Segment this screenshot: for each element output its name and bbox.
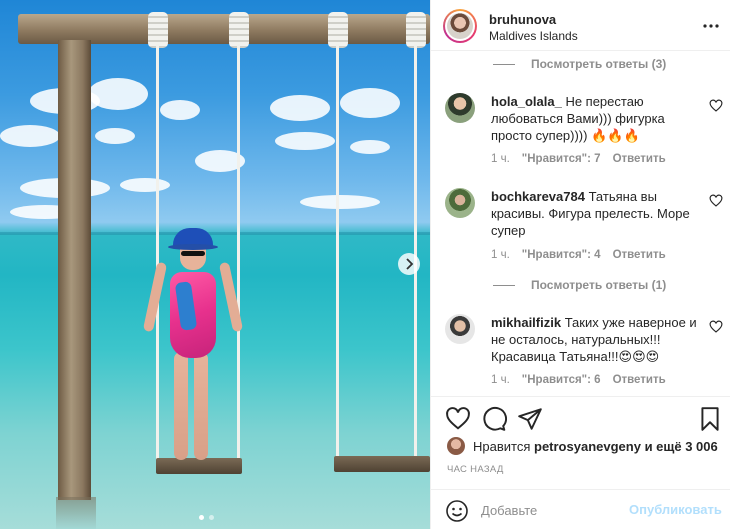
swing-post (58, 40, 91, 500)
bookmark-icon[interactable] (697, 406, 723, 432)
next-photo-button[interactable] (398, 253, 420, 275)
commenter-username[interactable]: hola_olala_ (491, 94, 562, 109)
swing-rope (156, 44, 159, 460)
cloud (340, 88, 400, 118)
swing-rope (336, 44, 339, 459)
comment-icon[interactable] (481, 406, 507, 432)
cloud (120, 178, 170, 192)
comment-reply-button[interactable]: Ответить (613, 374, 666, 386)
view-replies-label: Посмотреть ответы (1) (531, 278, 667, 292)
post-actions-bar (431, 396, 730, 440)
cloud (160, 100, 200, 120)
post-header: bruhunova Maldives Islands (431, 0, 730, 51)
view-replies-button[interactable]: Посмотреть ответы (1) (493, 277, 666, 293)
comment-meta: 1 ч. "Нравится": 7 Ответить (491, 153, 666, 165)
add-comment-bar: Опубликовать (431, 489, 730, 529)
post-location[interactable]: Maldives Islands (489, 29, 578, 43)
swing-rope (414, 44, 417, 459)
commenter-avatar[interactable] (445, 188, 475, 218)
like-comment-heart-icon[interactable] (709, 320, 723, 334)
cloud (270, 95, 330, 121)
post-comment-button[interactable]: Опубликовать (629, 502, 722, 517)
comment-meta: 1 ч. "Нравится": 6 Ответить (491, 374, 666, 386)
view-replies-button[interactable]: Посмотреть ответы (3) (493, 56, 666, 72)
hat-brim (168, 244, 218, 250)
comment-time[interactable]: 1 ч. (491, 249, 510, 261)
heart-icon[interactable] (445, 406, 471, 432)
cloud (300, 195, 380, 209)
cloud (88, 78, 148, 110)
share-icon[interactable] (517, 406, 543, 432)
post-timestamp[interactable]: ЧАС НАЗАД (447, 464, 504, 475)
swing-seat (156, 458, 242, 474)
person-leg (174, 352, 188, 460)
comment-meta: 1 ч. "Нравится": 4 Ответить (491, 249, 666, 261)
emoji-icon[interactable] (445, 499, 469, 523)
author-avatar[interactable] (443, 9, 477, 43)
post-side-panel: bruhunova Maldives Islands Посмотреть от… (430, 0, 730, 529)
carousel-dots (199, 515, 214, 520)
comment-time[interactable]: 1 ч. (491, 153, 510, 165)
commenter-avatar[interactable] (445, 93, 475, 123)
add-comment-input[interactable] (481, 499, 651, 521)
swing-seat (334, 456, 430, 472)
rope-wrap (406, 12, 426, 48)
rope-wrap (229, 12, 249, 48)
sunglasses (181, 251, 205, 256)
post-reflection (56, 497, 96, 529)
likes-prefix: Нравится (473, 438, 531, 454)
view-replies-label: Посмотреть ответы (3) (531, 57, 667, 71)
cloud (95, 128, 135, 144)
comment-text-block: mikhailfizik Таких уже наверное и не ост… (491, 314, 701, 365)
comment-likes[interactable]: "Нравится": 7 (522, 153, 601, 165)
rope-wrap (328, 12, 348, 48)
more-options-button[interactable] (701, 16, 721, 36)
comments-list[interactable]: Посмотреть ответы (3) hola_olala_ Не пер… (431, 51, 730, 395)
cloud (0, 125, 60, 147)
like-comment-heart-icon[interactable] (709, 99, 723, 113)
comment-text-block: bochkareva784 Татьяна вы красивы. Фигура… (491, 188, 701, 239)
author-username[interactable]: bruhunova (489, 12, 556, 27)
cloud (350, 140, 390, 154)
comment-text-block: hola_olala_ Не перестаю любоваться Вами)… (491, 93, 701, 144)
comment-likes[interactable]: "Нравится": 6 (522, 374, 601, 386)
liker-avatar[interactable] (447, 437, 465, 455)
likes-count[interactable]: и ещё 3 006 (645, 439, 718, 454)
commenter-avatar[interactable] (445, 314, 475, 344)
person-arm (142, 261, 168, 333)
like-comment-heart-icon[interactable] (709, 194, 723, 208)
comment-likes[interactable]: "Нравится": 4 (522, 249, 601, 261)
carousel-dot-active (199, 515, 204, 520)
more-icon (703, 24, 719, 28)
swing-rope (237, 44, 240, 460)
commenter-username[interactable]: bochkareva784 (491, 189, 585, 204)
comment-reply-button[interactable]: Ответить (613, 249, 666, 261)
comment-time[interactable]: 1 ч. (491, 374, 510, 386)
commenter-username[interactable]: mikhailfizik (491, 315, 561, 330)
carousel-dot (209, 515, 214, 520)
person-leg (194, 352, 208, 460)
rope-wrap (148, 12, 168, 48)
cloud (275, 132, 335, 150)
post-photo[interactable] (0, 0, 430, 529)
comment-reply-button[interactable]: Ответить (613, 153, 666, 165)
chevron-right-icon (406, 258, 414, 270)
likes-summary: Нравится petrosyanevgeny и ещё 3 006 (447, 436, 718, 456)
liker-username[interactable]: petrosyanevgeny (534, 439, 641, 454)
